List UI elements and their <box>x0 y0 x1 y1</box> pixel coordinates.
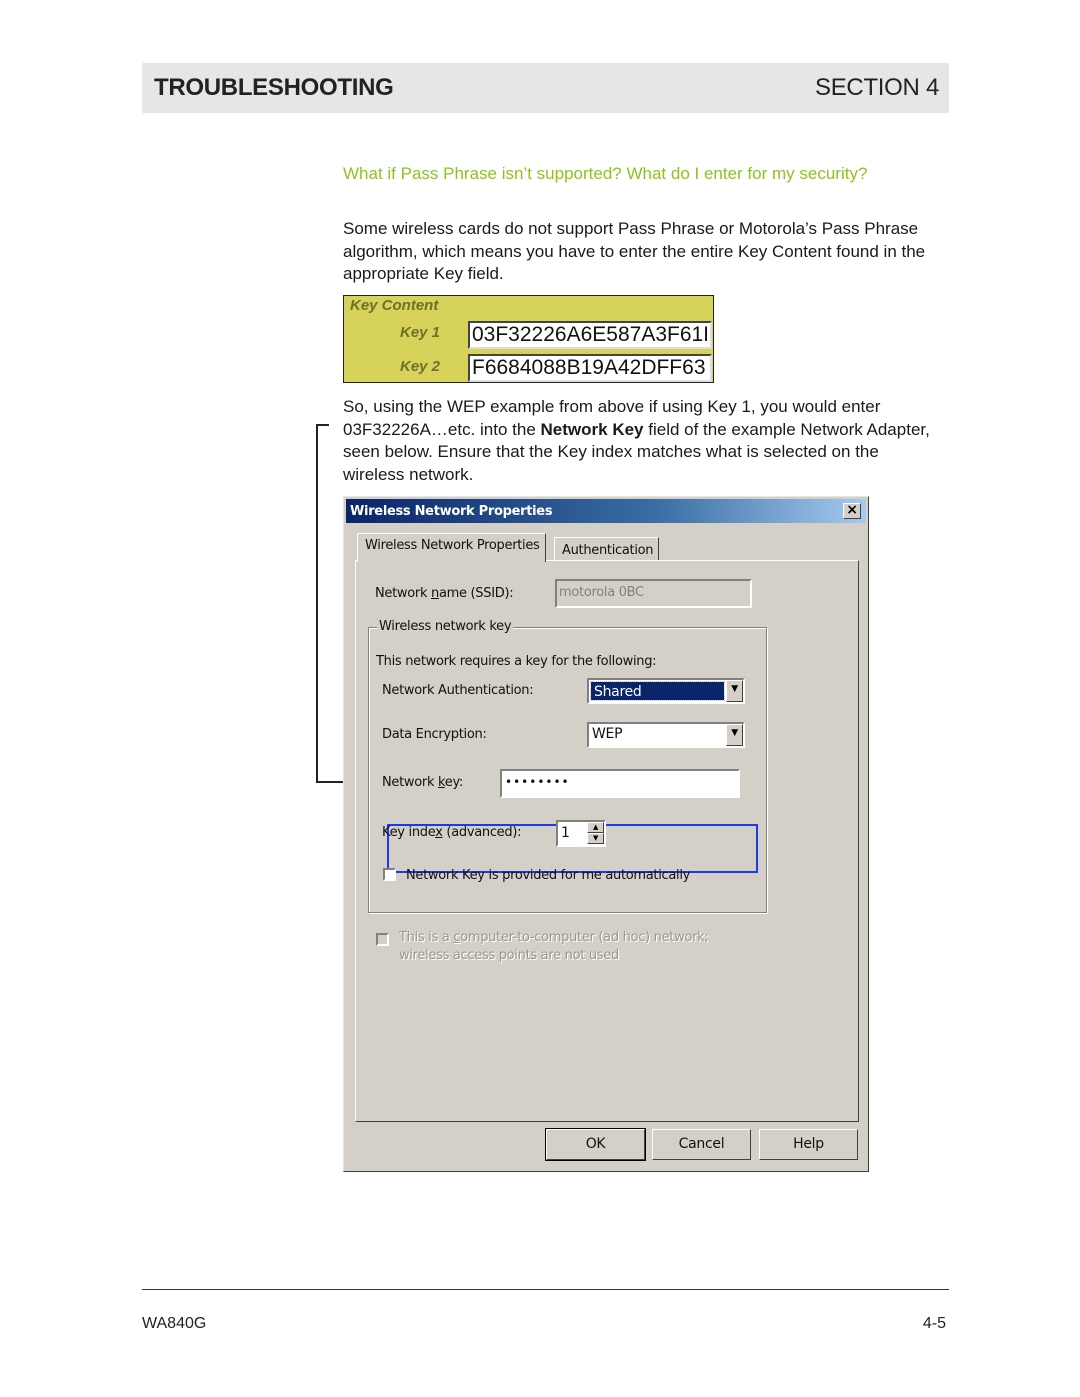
network-key-input[interactable]: •••••••• <box>500 769 740 798</box>
section-header: TROUBLESHOOTING SECTION 4 <box>142 63 949 113</box>
network-auth-select[interactable]: Shared ▼ <box>587 678 745 704</box>
dialog-titlebar[interactable]: Wireless Network Properties × <box>346 499 866 523</box>
help-button[interactable]: Help <box>759 1129 858 1160</box>
key-index-value: 1 <box>561 825 570 841</box>
page-number: 4-5 <box>922 1315 946 1332</box>
network-key-emphasis: Network Key <box>540 419 644 439</box>
key2-field: F6684088B19A42DFF63 <box>468 354 712 382</box>
key-index-spinner[interactable]: 1 ▲ ▼ <box>556 820 606 847</box>
key-content-figure: Key Content Key 1 03F32226A6E587A3F61I K… <box>343 295 714 383</box>
callout-line-vertical <box>316 424 318 782</box>
adhoc-label-line1: This is a computer-to-computer (ad hoc) … <box>399 930 709 945</box>
chapter-title: TROUBLESHOOTING <box>154 74 394 101</box>
close-x-icon: × <box>846 502 858 518</box>
callout-line-top <box>316 424 329 426</box>
network-key-label: Network key: <box>382 775 464 790</box>
chevron-down-icon[interactable]: ▼ <box>726 680 743 702</box>
ok-button[interactable]: OK <box>545 1128 646 1161</box>
network-auth-label: Network Authentication: <box>382 683 534 698</box>
intro-paragraph: Some wireless cards do not support Pass … <box>343 219 926 283</box>
auto-key-label: Network Key is provided for me automatic… <box>406 868 691 883</box>
group-title: Wireless network key <box>377 619 514 634</box>
close-button[interactable]: × <box>843 503 861 519</box>
key-index-label: Key index (advanced): <box>382 825 522 840</box>
ssid-value: motorola 0BC <box>559 585 644 600</box>
footer-model: WA840G <box>142 1315 207 1332</box>
cancel-button[interactable]: Cancel <box>652 1129 751 1160</box>
key1-label: Key 1 <box>400 324 441 341</box>
tab-wireless-network-properties[interactable]: Wireless Network Properties <box>357 533 546 562</box>
spin-down-icon[interactable]: ▼ <box>587 833 604 844</box>
key2-label: Key 2 <box>400 358 441 375</box>
wireless-network-properties-dialog: Wireless Network Properties × Wireless N… <box>343 496 869 1172</box>
tab-authentication[interactable]: Authentication <box>554 537 660 561</box>
tab-panel: Network name (SSID): motorola 0BC Wirele… <box>355 560 859 1122</box>
key-content-title: Key Content <box>350 297 439 314</box>
key1-field: 03F32226A6E587A3F61I <box>468 321 712 349</box>
ssid-label: Network name (SSID): <box>375 586 514 601</box>
dialog-title: Wireless Network Properties <box>350 504 553 519</box>
network-auth-selected: Shared <box>590 681 725 701</box>
chevron-down-icon[interactable]: ▼ <box>726 724 743 746</box>
data-encryption-select[interactable]: WEP ▼ <box>587 722 745 748</box>
wireless-network-key-group: Wireless network key This network requir… <box>368 619 767 913</box>
adhoc-label-line2: wireless access points are not used <box>399 948 619 963</box>
instruction-paragraph: So, using the WEP example from above if … <box>343 396 943 486</box>
question-heading: What if Pass Phrase isn’t supported? Wha… <box>343 164 868 183</box>
requires-key-text: This network requires a key for the foll… <box>376 654 657 669</box>
data-encryption-label: Data Encryption: <box>382 727 487 742</box>
footer-divider <box>142 1289 949 1290</box>
auto-key-checkbox[interactable] <box>383 868 396 881</box>
data-encryption-value: WEP <box>592 726 623 742</box>
ssid-input[interactable]: motorola 0BC <box>555 579 752 608</box>
adhoc-checkbox[interactable] <box>376 933 389 946</box>
spin-up-icon[interactable]: ▲ <box>587 822 604 833</box>
section-number: SECTION 4 <box>815 74 939 101</box>
network-key-value: •••••••• <box>505 775 570 789</box>
